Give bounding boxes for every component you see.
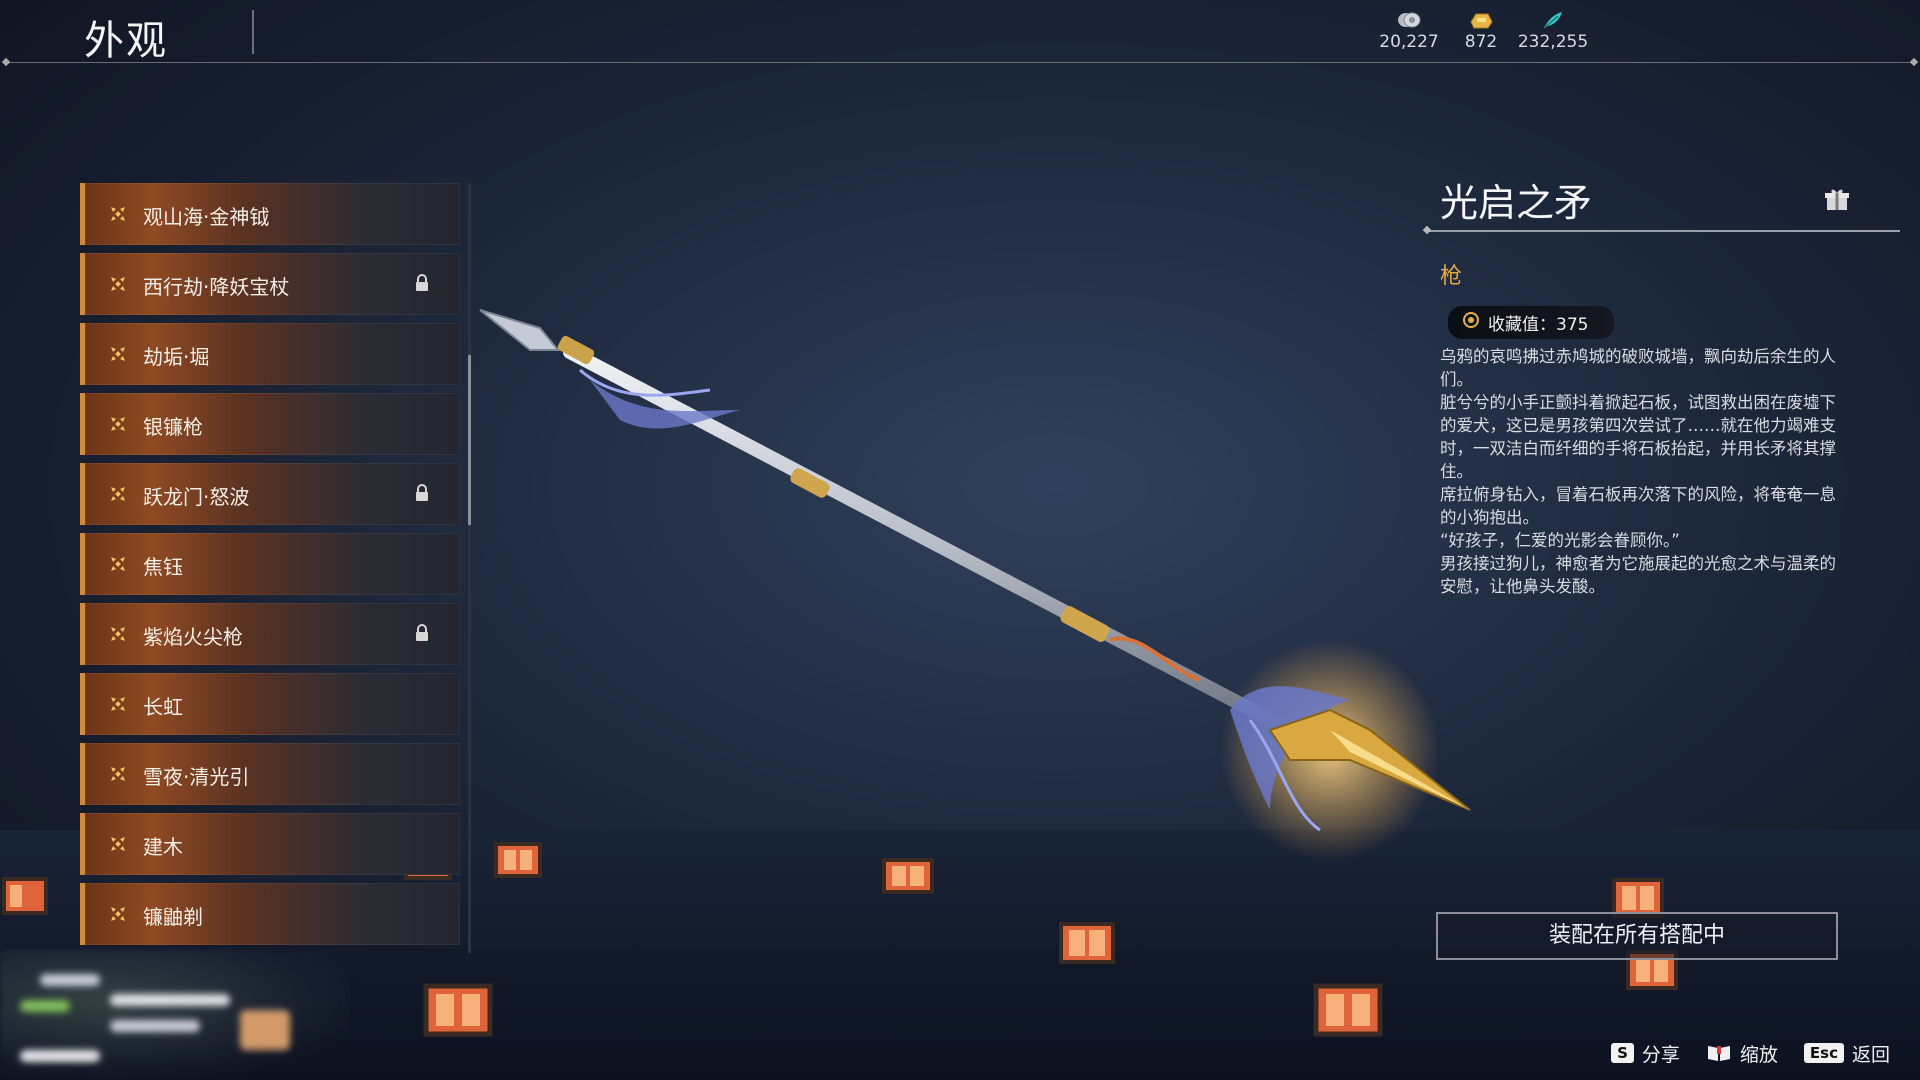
currency-feather: 232,255 [1508, 10, 1598, 52]
quality-icon [111, 627, 125, 641]
collection-value-badge: 收藏值：375 [1448, 306, 1615, 339]
list-item[interactable]: 紫焰火尖枪 [80, 603, 460, 665]
lantern-icon [423, 983, 493, 1037]
lantern-icon [1313, 983, 1383, 1037]
gift-icon[interactable] [1824, 186, 1850, 212]
lock-icon [416, 274, 428, 291]
collection-value: 收藏值：375 [1488, 315, 1589, 335]
equip-all-outfits-button[interactable]: 装配在所有搭配中 [1436, 912, 1838, 960]
list-item-label: 跃龙门·怒波 [143, 485, 250, 509]
lantern-icon [1059, 922, 1115, 964]
quality-icon [111, 837, 125, 851]
list-item-label: 西行劫·降妖宝杖 [143, 275, 290, 299]
quality-icon [111, 907, 125, 921]
list-item[interactable]: 建木 [80, 813, 460, 875]
item-detail-panel: 光启之矛 枪 收藏值：375 乌鸦的哀鸣拂过赤鸠城的破败城墙，飘向劫后余生的人们… [1420, 172, 1900, 598]
list-item-label: 银镰枪 [143, 415, 203, 439]
list-item-label: 观山海·金神钺 [143, 205, 270, 229]
quality-icon [111, 207, 125, 221]
divider-dot [1422, 225, 1432, 235]
key-s: S [1611, 1043, 1634, 1063]
list-item-label: 劫垢·堀 [143, 345, 210, 369]
list-item-label: 镰鼬剃 [143, 905, 203, 929]
top-divider-line [8, 62, 1912, 63]
list-item-label: 紫焰火尖枪 [143, 625, 243, 649]
list-item[interactable]: 焦钰 [80, 533, 460, 595]
feather-icon [1543, 12, 1562, 29]
weapon-preview[interactable] [470, 290, 1510, 870]
weapon-skin-list: 观山海·金神钺 西行劫·降妖宝杖 劫垢·堀 银镰枪 跃龙门·怒波 焦钰 紫焰火尖… [80, 183, 460, 953]
quality-icon [111, 487, 125, 501]
divider-dot [1909, 57, 1919, 67]
page-title: 外观 [84, 18, 168, 64]
share-hint[interactable]: S 分享 [1611, 1040, 1680, 1067]
description-paragraph: 乌鸦的哀鸣拂过赤鸠城的破败城墙，飘向劫后余生的人们。 [1440, 347, 1836, 389]
divider-dot [1, 57, 11, 67]
list-item-label: 建木 [143, 835, 183, 859]
list-item[interactable]: 劫垢·堀 [80, 323, 460, 385]
back-hint[interactable]: Esc 返回 [1803, 1040, 1890, 1067]
description-paragraph: 席拉俯身钻入，冒着石板再次落下的风险，将奄奄一息的小狗抱出。 [1440, 485, 1836, 527]
back-label: 返回 [1851, 1043, 1890, 1066]
quality-icon [111, 347, 125, 361]
coin-icon [1398, 12, 1421, 28]
title-divider [252, 10, 254, 54]
description-paragraph: 男孩接过狗儿，神愈者为它施展起的光愈之术与温柔的安慰，让他鼻头发酸。 [1440, 554, 1836, 596]
list-item-label: 长虹 [143, 695, 183, 719]
weapon-type-label: 枪 [1440, 264, 1463, 289]
list-item[interactable]: 西行劫·降妖宝杖 [80, 253, 460, 315]
quality-icon [111, 417, 125, 431]
list-item[interactable]: 跃龙门·怒波 [80, 463, 460, 525]
quality-icon [111, 557, 125, 571]
lantern-icon [2, 877, 48, 915]
list-item[interactable]: 观山海·金神钺 [80, 183, 460, 245]
description-paragraph: 脏兮兮的小手正颤抖着掀起石板，试图救出困在废墟下的爱犬，这已是男孩第四次尝试了…… [1440, 393, 1836, 481]
zoom-label: 缩放 [1739, 1043, 1778, 1066]
key-esc: Esc [1803, 1043, 1844, 1063]
list-item-label: 焦钰 [143, 555, 183, 579]
list-item[interactable]: 镰鼬剃 [80, 883, 460, 945]
quality-icon [111, 767, 125, 781]
list-item[interactable]: 长虹 [80, 673, 460, 735]
book-icon [1707, 1046, 1730, 1061]
currency-feather-value: 232,255 [1517, 32, 1589, 52]
item-description: 乌鸦的哀鸣拂过赤鸠城的破败城墙，飘向劫后余生的人们。 脏兮兮的小手正颤抖着掀起石… [1440, 345, 1840, 598]
list-item[interactable]: 雪夜·清光引 [80, 743, 460, 805]
collection-icon [1463, 312, 1479, 328]
top-bar: 外观 20,227 872 232,255 [0, 0, 1920, 67]
lock-icon [416, 484, 428, 501]
zoom-hint[interactable]: 缩放 [1706, 1040, 1778, 1067]
description-paragraph: “好孩子，仁爱的光影会眷顾你。” [1440, 531, 1680, 550]
list-item[interactable]: 银镰枪 [80, 393, 460, 455]
gold-ingot-icon [1470, 13, 1493, 29]
list-item-label: 雪夜·清光引 [143, 765, 250, 789]
quality-icon [111, 697, 125, 711]
lock-icon [416, 624, 428, 641]
quality-icon [111, 277, 125, 291]
name-divider-line [1428, 230, 1900, 232]
share-label: 分享 [1641, 1043, 1680, 1066]
key-hints: S 分享 缩放 Esc 返回 [1611, 1038, 1890, 1068]
blurred-player-info [0, 950, 350, 1080]
